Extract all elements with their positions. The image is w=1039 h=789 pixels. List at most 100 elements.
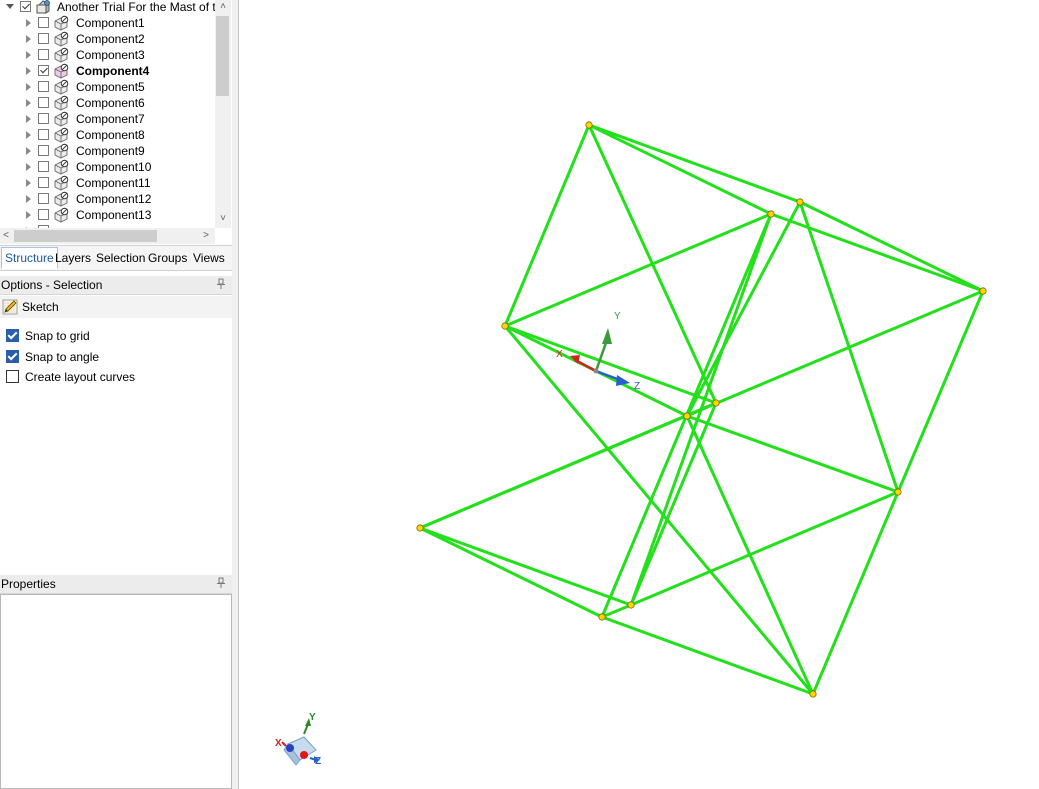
tree-item-8[interactable]: Component8 bbox=[0, 127, 215, 143]
expand-arrow-icon[interactable] bbox=[26, 195, 31, 203]
visibility-checkbox[interactable] bbox=[38, 177, 49, 188]
wireframe-vertex[interactable] bbox=[598, 613, 606, 621]
create-layout-curves-checkbox[interactable] bbox=[6, 370, 19, 383]
visibility-checkbox[interactable] bbox=[38, 129, 49, 140]
visibility-checkbox[interactable] bbox=[38, 145, 49, 156]
scroll-left-icon[interactable]: ˂ bbox=[0, 229, 12, 243]
expand-arrow-icon[interactable] bbox=[26, 99, 31, 107]
expand-arrow-icon[interactable] bbox=[26, 83, 31, 91]
tree-item-13[interactable]: Component13 bbox=[0, 207, 215, 223]
axis-x-label: X bbox=[556, 349, 563, 360]
visibility-checkbox[interactable] bbox=[38, 97, 49, 108]
wireframe-edge[interactable] bbox=[685, 200, 802, 418]
snap-to-angle-checkbox[interactable] bbox=[6, 350, 19, 363]
wireframe-vertex[interactable] bbox=[796, 198, 804, 206]
snap-to-angle-row[interactable]: Snap to angle bbox=[0, 348, 232, 366]
horizontal-scroll-thumb[interactable] bbox=[14, 230, 157, 242]
expand-arrow-icon[interactable] bbox=[26, 115, 31, 123]
tree-item-4[interactable]: Component4 bbox=[0, 63, 215, 79]
snap-to-grid-row[interactable]: Snap to grid bbox=[0, 327, 232, 345]
expand-arrow-icon[interactable] bbox=[26, 179, 31, 187]
visibility-checkbox[interactable] bbox=[38, 33, 49, 44]
structure-tree[interactable]: Another Trial For the Mast of the Compon… bbox=[0, 0, 232, 244]
scroll-down-icon[interactable]: ˅ bbox=[215, 212, 231, 226]
visibility-checkbox[interactable] bbox=[38, 113, 49, 124]
wireframe-vertex[interactable] bbox=[894, 488, 902, 496]
tree-item-10[interactable]: Component10 bbox=[0, 159, 215, 175]
wireframe-vertex[interactable] bbox=[501, 322, 509, 330]
wireframe-edge[interactable] bbox=[587, 123, 802, 204]
wireframe-edge[interactable] bbox=[587, 123, 773, 216]
expand-arrow-icon[interactable] bbox=[26, 163, 31, 171]
axis-z-label: Z bbox=[634, 381, 640, 392]
collapse-arrow-icon[interactable] bbox=[6, 4, 14, 9]
wireframe-vertex[interactable] bbox=[416, 524, 424, 532]
expand-arrow-icon[interactable] bbox=[26, 35, 31, 43]
wireframe-edge[interactable] bbox=[418, 526, 604, 619]
component-icon bbox=[54, 191, 69, 207]
3d-viewport[interactable]: Y X Z Y X Z bbox=[239, 0, 1039, 789]
panel-splitter[interactable] bbox=[232, 0, 239, 789]
wireframe-vertex[interactable] bbox=[979, 287, 987, 295]
tree-item-label: Component1 bbox=[76, 16, 145, 30]
wireframe-edge[interactable] bbox=[629, 212, 773, 607]
visibility-checkbox[interactable] bbox=[38, 81, 49, 92]
component-icon bbox=[54, 47, 69, 63]
expand-arrow-icon[interactable] bbox=[26, 51, 31, 59]
tree-item-5[interactable]: Component5 bbox=[0, 79, 215, 95]
tree-item-2[interactable]: Component2 bbox=[0, 31, 215, 47]
root-visibility-checkbox[interactable] bbox=[20, 1, 31, 12]
wireframe-scene[interactable]: Y X Z Y X Z bbox=[239, 0, 1039, 789]
tree-vertical-scrollbar[interactable]: ˄ ˅ bbox=[215, 0, 231, 228]
properties-panel-header: Properties bbox=[0, 575, 232, 594]
create-layout-curves-row[interactable]: Create layout curves bbox=[0, 368, 232, 386]
tab-selection[interactable]: Selection bbox=[93, 248, 148, 268]
tree-item-12[interactable]: Component12 bbox=[0, 191, 215, 207]
component-icon bbox=[54, 111, 69, 127]
wireframe-vertex[interactable] bbox=[627, 601, 635, 609]
wireframe-vertex[interactable] bbox=[585, 121, 593, 129]
wireframe-edge[interactable] bbox=[769, 212, 985, 293]
tree-item-7[interactable]: Component7 bbox=[0, 111, 215, 127]
wireframe-vertex[interactable] bbox=[712, 399, 720, 407]
expand-arrow-icon[interactable] bbox=[26, 211, 31, 219]
scroll-up-icon[interactable]: ˄ bbox=[215, 0, 231, 14]
visibility-checkbox[interactable] bbox=[38, 65, 49, 76]
tree-root-row[interactable]: Another Trial For the Mast of the bbox=[0, 0, 229, 15]
expand-arrow-icon[interactable] bbox=[26, 19, 31, 27]
tree-horizontal-scrollbar[interactable]: ˂ ˃ bbox=[0, 228, 215, 244]
tab-views[interactable]: Views bbox=[190, 248, 228, 268]
pin-icon[interactable] bbox=[216, 577, 226, 589]
orientation-cube[interactable]: Y X Z bbox=[275, 712, 321, 767]
visibility-checkbox[interactable] bbox=[38, 17, 49, 28]
tab-groups[interactable]: Groups bbox=[145, 248, 190, 268]
tree-item-3[interactable]: Component3 bbox=[0, 47, 215, 63]
tab-structure[interactable]: Structure bbox=[1, 247, 58, 269]
tree-item-6[interactable]: Component6 bbox=[0, 95, 215, 111]
wireframe-vertex[interactable] bbox=[809, 690, 817, 698]
tab-layers[interactable]: Layers bbox=[52, 248, 94, 268]
visibility-checkbox[interactable] bbox=[38, 49, 49, 60]
wireframe-vertex[interactable] bbox=[683, 412, 691, 420]
visibility-checkbox[interactable] bbox=[38, 193, 49, 204]
sketch-mode-row[interactable]: Sketch bbox=[0, 296, 232, 318]
expand-arrow-icon[interactable] bbox=[26, 147, 31, 155]
scroll-right-icon[interactable]: ˃ bbox=[200, 229, 212, 243]
panel-tabs: Structure Layers Selection Groups Views bbox=[0, 245, 232, 271]
tree-item-11[interactable]: Component11 bbox=[0, 175, 215, 191]
wireframe-edge[interactable] bbox=[798, 200, 985, 293]
visibility-checkbox[interactable] bbox=[38, 209, 49, 220]
expand-arrow-icon[interactable] bbox=[26, 67, 31, 75]
pin-icon[interactable] bbox=[216, 278, 226, 290]
tree-item-9[interactable]: Component9 bbox=[0, 143, 215, 159]
wireframe-edge[interactable] bbox=[685, 414, 900, 494]
tree-item-label: Component9 bbox=[76, 144, 145, 158]
visibility-checkbox[interactable] bbox=[38, 161, 49, 172]
wireframe-edge[interactable] bbox=[418, 526, 633, 607]
tree-item-1[interactable]: Component1 bbox=[0, 15, 215, 31]
wireframe-vertex[interactable] bbox=[767, 210, 775, 218]
snap-to-grid-checkbox[interactable] bbox=[6, 329, 19, 342]
properties-panel-body bbox=[0, 594, 232, 789]
expand-arrow-icon[interactable] bbox=[26, 131, 31, 139]
vertical-scroll-thumb[interactable] bbox=[216, 16, 229, 96]
